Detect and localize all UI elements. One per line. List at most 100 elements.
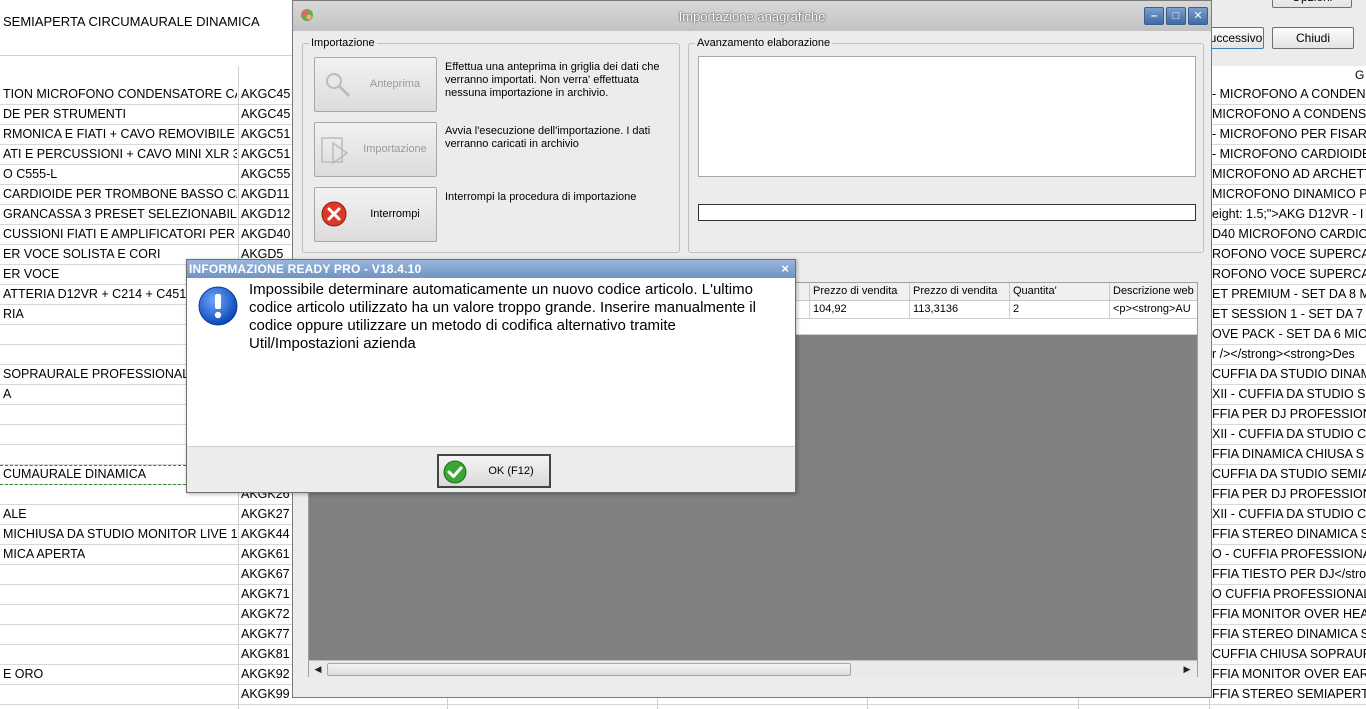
table-cell: ET PREMIUM - SET DA 8 M: [1212, 287, 1366, 301]
scroll-right-icon[interactable]: ▶: [1179, 662, 1195, 677]
table-cell: FFIA MONITOR OVER HEAR: [1212, 607, 1366, 621]
ok-button[interactable]: OK (F12): [437, 454, 551, 488]
table-cell: ET SESSION 1 - SET DA 7 M: [1212, 307, 1366, 321]
table-cell: MICROFONO DINAMICO PE: [1212, 187, 1366, 201]
table-cell: AKGK67: [241, 567, 290, 581]
table-cell: - MICROFONO PER FISARI: [1212, 127, 1366, 141]
close-button[interactable]: Chiudi: [1272, 27, 1354, 49]
options-button[interactable]: Opzioni: [1272, 0, 1352, 8]
table-cell: OVE PACK - SET DA 6 MIC: [1212, 327, 1366, 341]
import-window-titlebar[interactable]: Importazione anagrafiche – □ ✕: [293, 1, 1211, 31]
table-cell: AKGD11: [241, 187, 290, 201]
table-cell: FFIA STEREO DINAMICA S: [1212, 527, 1366, 541]
progress-group-label: Avanzamento elaborazione: [697, 37, 831, 49]
table-cell: O C555-L: [3, 167, 58, 181]
scroll-thumb[interactable]: [327, 663, 851, 676]
maximize-icon[interactable]: □: [1166, 7, 1186, 25]
table-cell: AKGK71: [241, 587, 290, 601]
grid-header-cell[interactable]: Quantita': [1009, 283, 1109, 301]
table-cell: AKGK72: [241, 607, 290, 621]
table-cell: TION MICROFONO CONDENSATORE CA: [3, 87, 237, 101]
table-cell: CARDIOIDE PER TROMBONE BASSO CAS: [3, 187, 237, 201]
table-cell: AKGC519: [241, 147, 291, 161]
table-cell: AKGK81: [241, 647, 290, 661]
table-cell: MICA APERTA: [3, 547, 86, 561]
table-cell: XII - CUFFIA DA STUDIO CH: [1212, 427, 1366, 441]
table-cell: FFIA DINAMICA CHIUSA S: [1212, 447, 1365, 461]
grid-header-cell[interactable]: Prezzo di vendita: [909, 283, 1009, 301]
table-cell: AKGK92: [241, 667, 290, 681]
table-cell: MICROFONO A CONDENSA: [1212, 107, 1366, 121]
next-button[interactable]: uccessivo: [1208, 27, 1264, 49]
table-cell: XII - CUFFIA DA STUDIO SE: [1212, 387, 1366, 401]
table-cell: AKGC516: [241, 127, 291, 141]
table-cell: FFIA MONITOR OVER EAR C: [1212, 667, 1366, 681]
close-icon[interactable]: ✕: [1188, 7, 1208, 25]
preview-button-label: Anteprima: [369, 78, 421, 90]
stop-button-label: Interrompi: [370, 208, 420, 220]
table-cell: ROFONO VOCE SUPERCAR: [1212, 267, 1366, 281]
table-cell: AKGK61: [241, 547, 290, 561]
table-cell: FFIA PER DJ PROFESSIONA: [1212, 407, 1366, 421]
table-cell: CUFFIA DA STUDIO SEMIA: [1212, 467, 1366, 481]
table-cell: AKGC451: [241, 87, 291, 101]
stop-description: Interrompi la procedura di importazione: [445, 191, 637, 203]
import-window-title: Importazione anagrafiche: [678, 9, 826, 24]
horizontal-scrollbar[interactable]: ◀ ▶: [309, 660, 1197, 677]
table-cell: FFIA STEREO DINAMICA S: [1212, 627, 1366, 641]
grid-cell[interactable]: 2: [1009, 301, 1109, 318]
info-dialog-message: Impossibile determinare automaticamente …: [249, 281, 756, 352]
table-cell: AKGD12: [241, 207, 291, 221]
import-button-label: Importazione: [363, 143, 427, 155]
info-dialog-title: INFORMAZIONE READY PRO - V18.4.10: [189, 262, 422, 276]
table-cell: FFIA STEREO SEMIAPERTA: [1212, 687, 1366, 701]
grid-cell[interactable]: <p><strong>AU: [1109, 301, 1197, 318]
table-cell: O CUFFIA PROFESSIONALE: [1212, 587, 1366, 601]
table-cell: AKGK99: [241, 687, 290, 701]
progress-log: [698, 56, 1196, 177]
preview-button[interactable]: Anteprima: [314, 57, 437, 112]
table-cell: GRANCASSA 3 PRESET SELEZIONABILI C: [3, 207, 237, 221]
table-cell: AKGK44: [241, 527, 290, 541]
minimize-icon[interactable]: –: [1144, 7, 1164, 25]
stop-icon: [321, 201, 347, 227]
progress-bar: [698, 204, 1196, 221]
table-cell: CUFFIA DA STUDIO DINAM: [1212, 367, 1366, 381]
ok-button-label: OK (F12): [488, 465, 534, 477]
table-cell: r /></strong><strong>Des: [1212, 347, 1355, 361]
table-cell: AKGC555: [241, 167, 291, 181]
table-cell: FFIA PER DJ PROFESSIONA: [1212, 487, 1366, 501]
grid-header-cell[interactable]: Prezzo di vendita: [809, 283, 909, 301]
table-cell: O - CUFFIA PROFESSIONA: [1212, 547, 1366, 561]
table-cell: ALE: [3, 507, 27, 521]
scroll-left-icon[interactable]: ◀: [310, 662, 326, 677]
table-cell: FFIA TIESTO PER DJ</stron: [1212, 567, 1366, 581]
table-cell: AKGK77: [241, 627, 290, 641]
grid-header-cell[interactable]: Descrizione web: [1109, 283, 1197, 301]
table-cell: ATI E PERCUSSIONI + CAVO MINI XLR 3 P: [3, 147, 237, 161]
grid-cell[interactable]: 104,92: [809, 301, 909, 318]
table-cell: RMONICA E FIATI + CAVO REMOVIBILE I: [3, 127, 237, 141]
info-dialog-titlebar[interactable]: INFORMAZIONE READY PRO - V18.4.10 ×: [187, 260, 795, 278]
table-cell: CUSSIONI FIATI E AMPLIFICATORI PER S: [3, 227, 237, 241]
row-selection-dashed: [0, 465, 186, 485]
background-toolbar: Opzioni uccessivo Chiudi: [1208, 0, 1366, 66]
info-icon: [198, 286, 238, 326]
stop-button[interactable]: Interrompi: [314, 187, 437, 242]
table-cell: - MICROFONO CARDIOIDE: [1212, 147, 1366, 161]
info-dialog-footer: OK (F12): [187, 446, 795, 492]
table-cell: MICROFONO AD ARCHETT: [1212, 167, 1366, 181]
check-icon: [443, 460, 467, 484]
import-button[interactable]: Importazione: [314, 122, 437, 177]
table-cell: XII - CUFFIA DA STUDIO CH: [1212, 507, 1366, 521]
dialog-close-icon[interactable]: ×: [781, 261, 789, 276]
preview-description: Effettua una anteprima in griglia dei da…: [445, 61, 660, 99]
background-record-title: SEMIAPERTA CIRCUMAURALE DINAMICA: [0, 0, 292, 56]
table-cell: - MICROFONO A CONDEN: [1212, 87, 1366, 101]
table-cell: AKGC451: [241, 107, 291, 121]
background-title-text: SEMIAPERTA CIRCUMAURALE DINAMICA: [3, 14, 260, 29]
grid-cell[interactable]: 113,3136: [909, 301, 1009, 318]
magnifier-icon: [326, 73, 351, 98]
import-group-label: Importazione: [311, 37, 375, 49]
import-description: Avvia l'esecuzione dell'importazione. I …: [445, 125, 651, 150]
